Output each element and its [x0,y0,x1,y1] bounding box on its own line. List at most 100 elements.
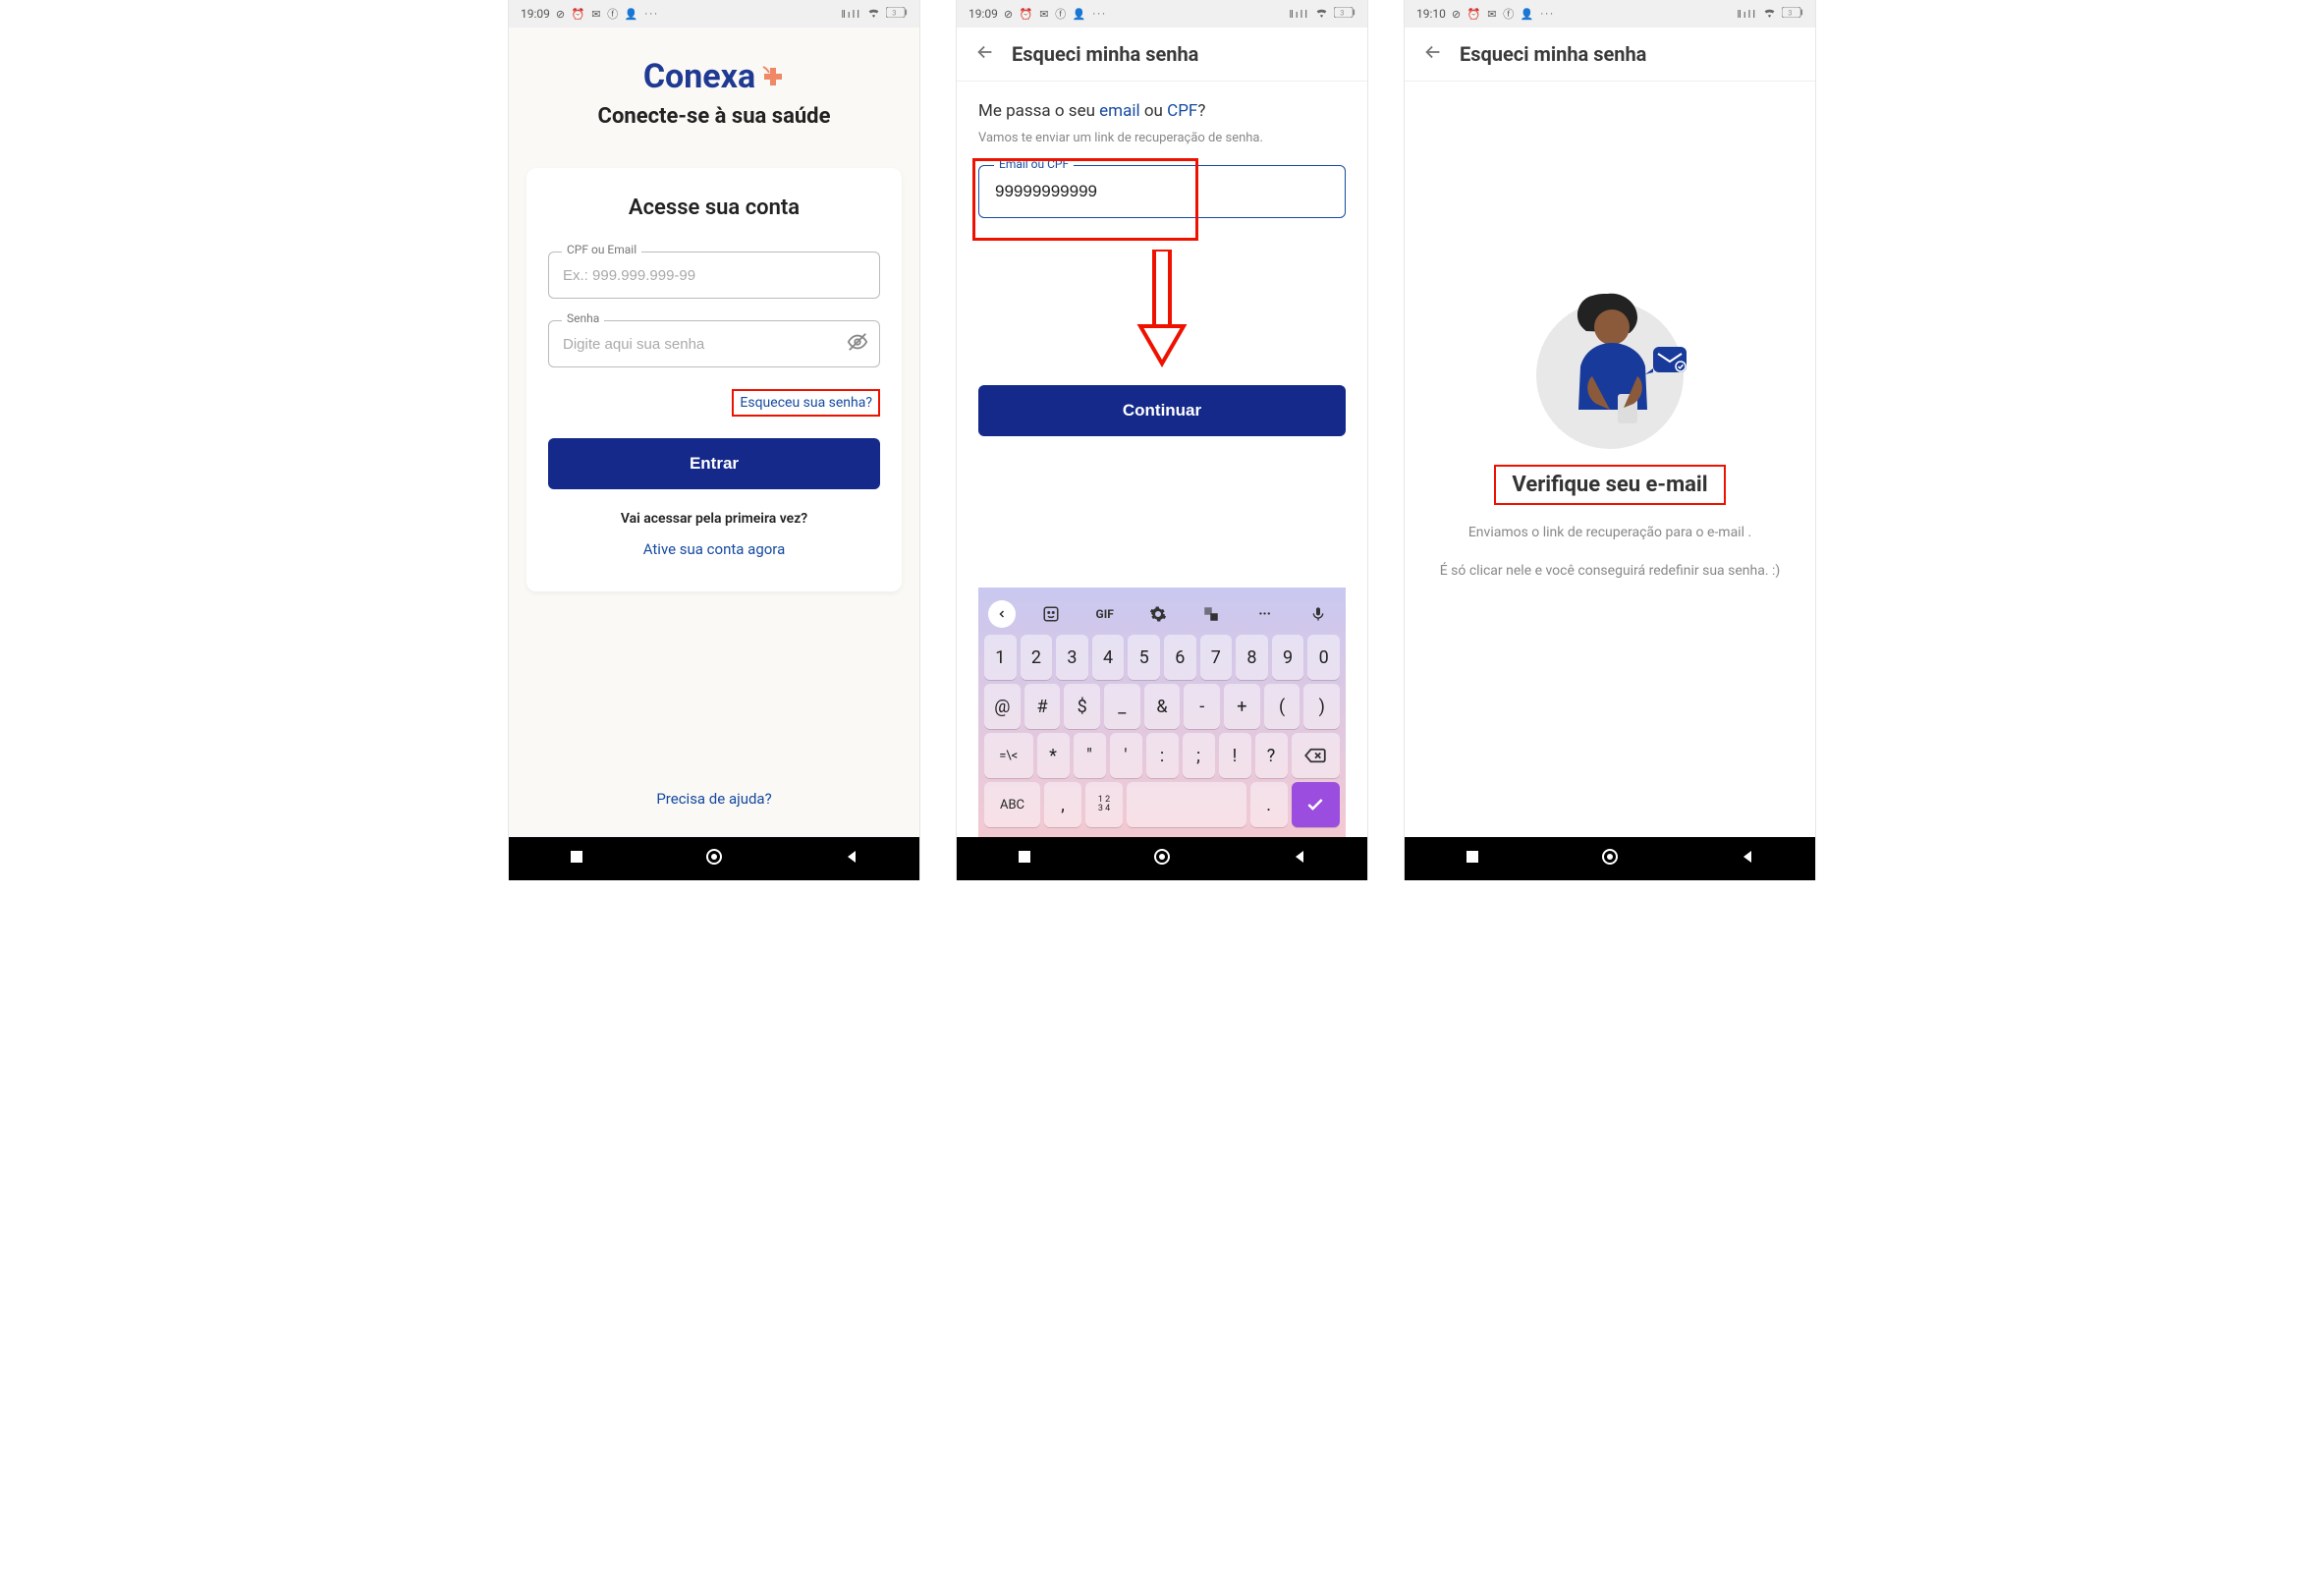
key-space[interactable] [1127,782,1246,827]
key-lparen[interactable]: ( [1264,684,1300,729]
back-arrow-icon[interactable] [1422,41,1444,67]
prompt-text: Me passa o seu email ou CPF? [978,101,1346,121]
key-enter[interactable] [1292,782,1340,827]
status-wifi-icon [1763,8,1776,21]
kb-row-3: =\< * " ' : ; ! ? [984,733,1340,778]
cpf-email-label: CPF ou Email [562,243,641,256]
cpf-email-field: CPF ou Email [548,252,880,299]
nav-home-icon[interactable] [705,848,723,869]
kb-settings-icon[interactable] [1140,599,1176,629]
kb-sticker-icon[interactable] [1033,599,1069,629]
key-hash[interactable]: # [1024,684,1061,729]
key-minus[interactable]: - [1184,684,1220,729]
kb-mic-icon[interactable] [1300,599,1336,629]
status-left-icons: ⊘ ⏰ ✉ ⓕ 👤 ··· [1452,6,1555,22]
status-bar: 19:09 ⊘ ⏰ ✉ ⓕ 👤 ··· ‖ıll 3 [509,0,919,28]
phone-login: 19:09 ⊘ ⏰ ✉ ⓕ 👤 ··· ‖ıll 3 Conexa [508,0,920,880]
password-input[interactable] [548,320,880,367]
key-3[interactable]: 3 [1056,635,1088,680]
keyboard: GIF ··· 1 2 3 4 5 6 7 8 9 0 [978,588,1346,837]
prompt-subtext: Vamos te enviar um link de recuperação d… [978,131,1346,145]
phone-forgot: 19:09 ⊘ ⏰ ✉ ⓕ 👤 ··· ‖ıll 3 Esqueci minha… [956,0,1368,880]
eye-off-icon[interactable] [847,331,868,357]
key-1[interactable]: 1 [984,635,1017,680]
continue-button[interactable]: Continuar [978,385,1346,436]
prompt-mid: ou [1140,101,1168,121]
key-dollar[interactable]: $ [1064,684,1100,729]
tagline: Conecte-se à sua saúde [509,104,919,129]
kb-row-2: @ # $ _ & - + ( ) [984,684,1340,729]
key-7[interactable]: 7 [1200,635,1233,680]
android-nav-bar [509,837,919,880]
appbar: Esqueci minha senha [1405,28,1815,82]
status-left-icons: ⊘ ⏰ ✉ ⓕ 👤 ··· [556,6,659,22]
cpf-email-input[interactable] [548,252,880,299]
key-star[interactable]: * [1037,733,1070,778]
back-arrow-icon[interactable] [974,41,996,67]
key-0[interactable]: 0 [1307,635,1340,680]
forgot-password-link[interactable]: Esqueceu sua senha? [732,389,880,417]
nav-home-icon[interactable] [1601,848,1619,869]
key-symbols[interactable]: =\< [984,733,1033,778]
logo-text: Conexa [643,57,755,96]
key-2[interactable]: 2 [1021,635,1053,680]
appbar-title: Esqueci minha senha [1012,42,1198,66]
nav-recent-icon[interactable] [1017,849,1032,869]
svg-text:3: 3 [892,8,898,17]
key-dquote[interactable]: " [1074,733,1106,778]
key-underscore[interactable]: _ [1104,684,1140,729]
nav-back-icon[interactable] [1740,849,1755,869]
status-time: 19:10 [1416,7,1446,21]
svg-text:3: 3 [1340,8,1346,17]
password-field: Senha [548,320,880,367]
key-semicolon[interactable]: ; [1183,733,1215,778]
key-numpad[interactable]: 1 2 3 4 [1085,782,1123,827]
kb-translate-icon[interactable] [1193,599,1229,629]
key-4[interactable]: 4 [1092,635,1125,680]
key-plus[interactable]: + [1224,684,1260,729]
nav-back-icon[interactable] [1292,849,1307,869]
status-wifi-icon [1315,8,1328,21]
nav-home-icon[interactable] [1153,848,1171,869]
appbar-title: Esqueci minha senha [1460,42,1646,66]
nav-recent-icon[interactable] [1465,849,1480,869]
key-question[interactable]: ? [1255,733,1288,778]
help-link[interactable]: Precisa de ajuda? [509,760,919,837]
key-comma[interactable]: , [1044,782,1081,827]
key-rparen[interactable]: ) [1303,684,1340,729]
status-battery-icon: 3 [1334,7,1356,21]
key-amp[interactable]: & [1144,684,1181,729]
key-5[interactable]: 5 [1128,635,1160,680]
key-squote[interactable]: ' [1110,733,1142,778]
kb-collapse-icon[interactable] [988,600,1016,628]
password-label: Senha [562,311,604,325]
login-card: Acesse sua conta CPF ou Email Senha Esqu… [526,168,902,591]
login-button[interactable]: Entrar [548,438,880,489]
nav-back-icon[interactable] [844,849,859,869]
nav-recent-icon[interactable] [569,849,584,869]
activate-account-link[interactable]: Ative sua conta agora [548,540,880,558]
status-wifi-icon [867,8,880,21]
kb-row-4: ABC , 1 2 3 4 . [984,782,1340,827]
status-left-icons: ⊘ ⏰ ✉ ⓕ 👤 ··· [1004,6,1107,22]
status-signal-icon: ‖ıll [1289,8,1309,21]
key-bang[interactable]: ! [1219,733,1251,778]
email-cpf-input[interactable] [978,165,1346,218]
key-dot[interactable]: . [1250,782,1288,827]
first-time-text: Vai acessar pela primeira vez? [548,511,880,527]
verify-illustration [1522,278,1698,455]
appbar: Esqueci minha senha [957,28,1367,82]
key-at[interactable]: @ [984,684,1021,729]
annotation-arrow-down-icon [1133,250,1191,367]
key-colon[interactable]: : [1146,733,1179,778]
key-6[interactable]: 6 [1164,635,1196,680]
logo: Conexa [509,57,919,96]
android-nav-bar [1405,837,1815,880]
key-abc[interactable]: ABC [984,782,1040,827]
kb-more-icon[interactable]: ··· [1247,599,1283,629]
key-backspace[interactable] [1292,733,1341,778]
kb-gif-button[interactable]: GIF [1087,599,1123,629]
key-8[interactable]: 8 [1236,635,1268,680]
status-signal-icon: ‖ıll [841,8,861,21]
key-9[interactable]: 9 [1272,635,1304,680]
